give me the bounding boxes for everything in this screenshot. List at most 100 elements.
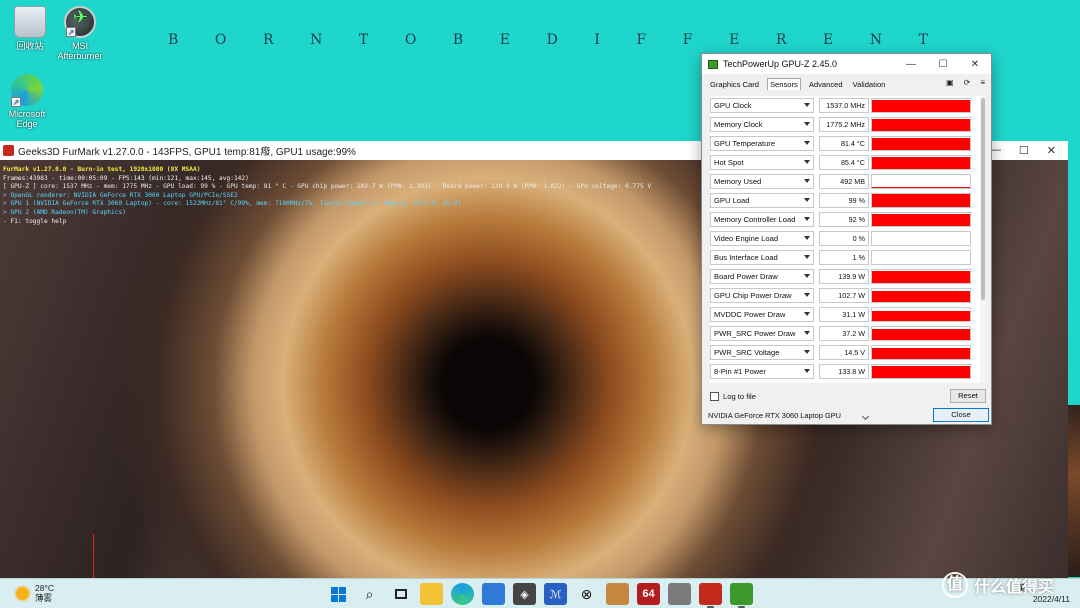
sensor-label: 8-Pin #1 Power (714, 367, 766, 376)
maximize-icon[interactable]: ☐ (1019, 144, 1029, 157)
sensor-label-dropdown[interactable]: GPU Load (710, 193, 814, 208)
chevron-down-icon (804, 236, 810, 240)
sensor-row: GPU Load 99 % (710, 191, 986, 210)
sensor-row: GPU Temperature 81.4 °C (710, 134, 986, 153)
gpuz-taskbar-icon[interactable] (730, 583, 753, 608)
sensor-label-dropdown[interactable]: Board Power Draw (710, 269, 814, 284)
close-icon[interactable]: ✕ (959, 59, 991, 70)
app-8-icon[interactable] (668, 583, 691, 605)
msi-afterburner-icon: ↗ (64, 6, 96, 38)
sensor-graph (871, 288, 971, 303)
furmark-taskbar-icon[interactable] (699, 583, 722, 608)
start-button-icon[interactable] (327, 583, 350, 605)
sensor-label-dropdown[interactable]: PWR_SRC Power Draw (710, 326, 814, 341)
edge-icon[interactable] (451, 583, 474, 605)
watermark-badge: 值 (941, 572, 968, 598)
sensor-label-dropdown[interactable]: Hot Spot (710, 155, 814, 170)
sensor-label-dropdown[interactable]: PWR_SRC Voltage (710, 345, 814, 360)
osd-line: > GPU 1 (NVIDIA GeForce RTX 3060 Laptop)… (3, 200, 462, 208)
aida64-icon[interactable]: 64 (637, 583, 660, 605)
gpuz-titlebar[interactable]: TechPowerUp GPU-Z 2.45.0 — ☐ ✕ (702, 54, 991, 74)
sensor-graph-fill (872, 99, 970, 112)
tab-advanced[interactable]: Advanced (807, 79, 845, 90)
sensor-graph (871, 98, 971, 113)
weather-widget[interactable]: 28°C 薄雾 (16, 583, 54, 603)
gpuz-title: TechPowerUp GPU-Z 2.45.0 (723, 59, 838, 69)
sensor-label-dropdown[interactable]: GPU Clock (710, 98, 814, 113)
weather-sun-icon (16, 586, 29, 600)
sensor-label: Memory Used (714, 177, 762, 186)
refresh-icon[interactable]: ⟳ (964, 78, 971, 87)
sensor-label-dropdown[interactable]: GPU Temperature (710, 136, 814, 151)
search-icon[interactable]: ⌕ (358, 583, 381, 605)
sensor-graph-fill (872, 186, 970, 188)
tab-validation[interactable]: Validation (851, 79, 888, 90)
sensor-label: Video Engine Load (714, 234, 779, 243)
sensor-label: GPU Load (714, 196, 750, 205)
chevron-down-icon (804, 312, 810, 316)
scrollbar-thumb[interactable] (981, 98, 985, 300)
tab-graphics-card[interactable]: Graphics Card (708, 79, 761, 90)
minimize-icon[interactable]: — (895, 59, 927, 70)
close-icon[interactable]: ✕ (1047, 144, 1056, 157)
chevron-down-icon (804, 369, 810, 373)
tab-sensors[interactable]: Sensors (766, 78, 801, 90)
edge-icon: ↗ (11, 74, 43, 107)
sensor-label-dropdown[interactable]: MVDDC Power Draw (710, 307, 814, 322)
shortcut-arrow-icon: ↗ (11, 97, 21, 107)
app-m-icon[interactable]: ℳ (544, 583, 567, 605)
reset-button[interactable]: Reset (950, 389, 986, 403)
sensor-label-dropdown[interactable]: Memory Controller Load (710, 212, 814, 227)
osd-line: [ GPU-Z ] core: 1537 MHz - mem: 1775 MHz… (3, 183, 652, 191)
log-to-file-checkbox[interactable] (710, 391, 719, 401)
xbox-icon[interactable]: ⊗ (575, 583, 598, 605)
menu-icon[interactable]: ≡ (980, 78, 985, 87)
sensor-value: 492 MB (819, 174, 869, 189)
gpu-select-dropdown[interactable]: NVIDIA GeForce RTX 3060 Laptop GPU (706, 409, 870, 422)
gpuz-tabs: Graphics Card Sensors Advanced Validatio… (702, 74, 991, 94)
red-marker-line (93, 534, 94, 578)
store-icon[interactable] (482, 583, 505, 605)
osd-line: - F1: toggle help (3, 217, 67, 225)
camera-icon[interactable]: ▣ (946, 78, 954, 87)
chevron-down-icon (804, 255, 810, 259)
sensor-label-dropdown[interactable]: Video Engine Load (710, 231, 814, 246)
desktop-icon-edge[interactable]: ↗ Microsoft Edge (0, 74, 57, 129)
sensor-graph (871, 326, 971, 341)
sensor-graph-fill (872, 118, 970, 131)
sensor-label-dropdown[interactable]: Bus Interface Load (710, 250, 814, 265)
wallpaper-letter: N (869, 32, 883, 48)
sensor-value: 85.4 °C (819, 155, 869, 170)
sensor-value: 31.1 W (819, 307, 869, 322)
sensor-label: GPU Chip Power Draw (714, 291, 792, 300)
file-explorer-icon[interactable] (420, 583, 443, 605)
sensor-label: Memory Controller Load (714, 215, 796, 224)
chevron-down-icon (804, 331, 810, 335)
sensor-label-dropdown[interactable]: Memory Clock (710, 117, 814, 132)
desktop-icon-msi-afterburner[interactable]: ↗ MSI Afterburner (50, 6, 110, 61)
gpuz-footer-options: Log to file Reset (710, 388, 986, 404)
sensor-label-dropdown[interactable]: GPU Chip Power Draw (710, 288, 814, 303)
unity-icon[interactable]: ◈ (513, 583, 536, 605)
sensor-label-dropdown[interactable]: 8-Pin #1 Power (710, 364, 814, 379)
recycle-bin-icon (14, 6, 46, 38)
app-6-icon[interactable] (606, 583, 629, 605)
sensor-value: 1 % (819, 250, 869, 265)
furmark-logo-icon (3, 145, 14, 156)
log-to-file-label: Log to file (723, 391, 756, 401)
task-view-icon[interactable] (389, 583, 412, 605)
sensor-label-dropdown[interactable]: Memory Used (710, 174, 814, 189)
wallpaper-letter: T (918, 32, 928, 48)
maximize-icon[interactable]: ☐ (927, 59, 959, 70)
chevron-down-icon (804, 350, 810, 354)
sensor-scrollbar[interactable] (980, 96, 986, 383)
chevron-down-icon (804, 103, 810, 107)
chevron-down-icon (804, 160, 810, 164)
gpuz-window[interactable]: TechPowerUp GPU-Z 2.45.0 — ☐ ✕ Graphics … (701, 53, 992, 425)
gpuz-footer-gpu: NVIDIA GeForce RTX 3060 Laptop GPU Close (706, 408, 989, 422)
sensor-label: GPU Temperature (714, 139, 776, 148)
close-button[interactable]: Close (933, 408, 989, 422)
sensor-value: 102.7 W (819, 288, 869, 303)
sensor-graph-fill (872, 138, 970, 150)
sensor-row: Bus Interface Load 1 % (710, 248, 986, 267)
